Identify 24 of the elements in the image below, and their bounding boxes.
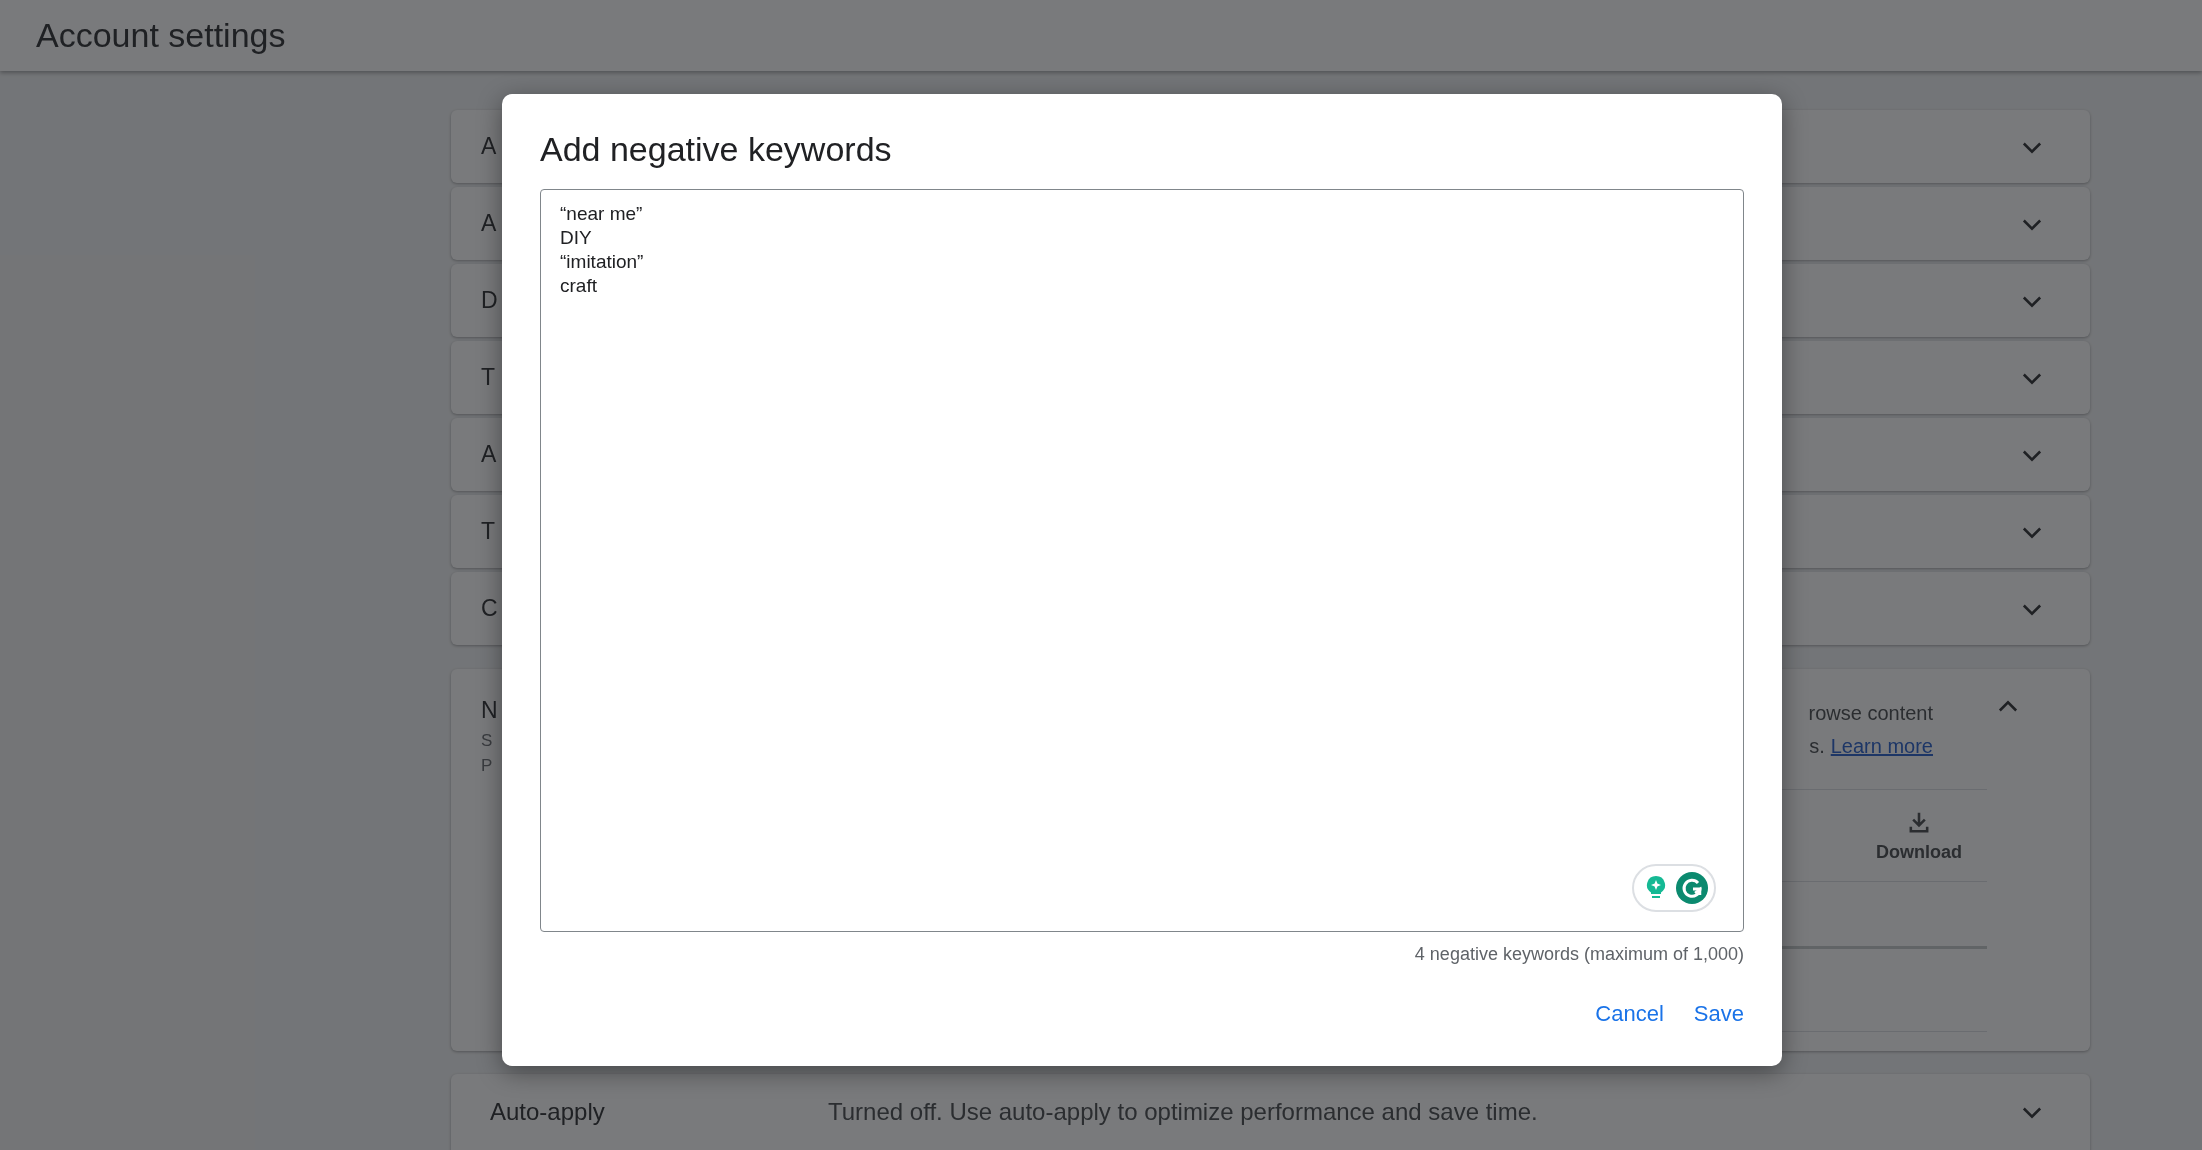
description-text: s. — [1809, 735, 1825, 757]
card-title: A — [481, 133, 497, 160]
card-title: N — [481, 697, 499, 724]
assistant-widget[interactable] — [1632, 864, 1716, 912]
card-summary: Turned off. Use auto-apply to optimize performance and save time. — [828, 1098, 1539, 1126]
keywords-field[interactable]: “near me” DIY “imitation” craft — [540, 189, 1744, 932]
card-subtitle: S — [481, 730, 494, 752]
description-text: rowse content — [1808, 702, 1933, 724]
save-button[interactable]: Save — [1693, 995, 1744, 1033]
card-subtitle: P — [481, 755, 494, 777]
card-title: C — [481, 595, 498, 622]
card-title: T — [481, 364, 496, 391]
card-title: T — [481, 518, 496, 545]
keyword-count: 4 negative keywords (maximum of 1,000) — [1413, 944, 1744, 965]
card-title: Auto-apply — [489, 1098, 606, 1126]
download-button[interactable]: Download — [1866, 804, 1972, 867]
lightbulb-icon[interactable] — [1646, 875, 1666, 901]
page-title: Account settings — [36, 16, 286, 55]
card-title: A — [481, 441, 497, 468]
learn-more-link[interactable]: Learn more — [1830, 735, 1933, 757]
cancel-button[interactable]: Cancel — [1595, 995, 1664, 1033]
card-title: A — [481, 210, 497, 237]
card-title: D — [481, 287, 498, 314]
dialog-title: Add negative keywords — [540, 129, 893, 170]
